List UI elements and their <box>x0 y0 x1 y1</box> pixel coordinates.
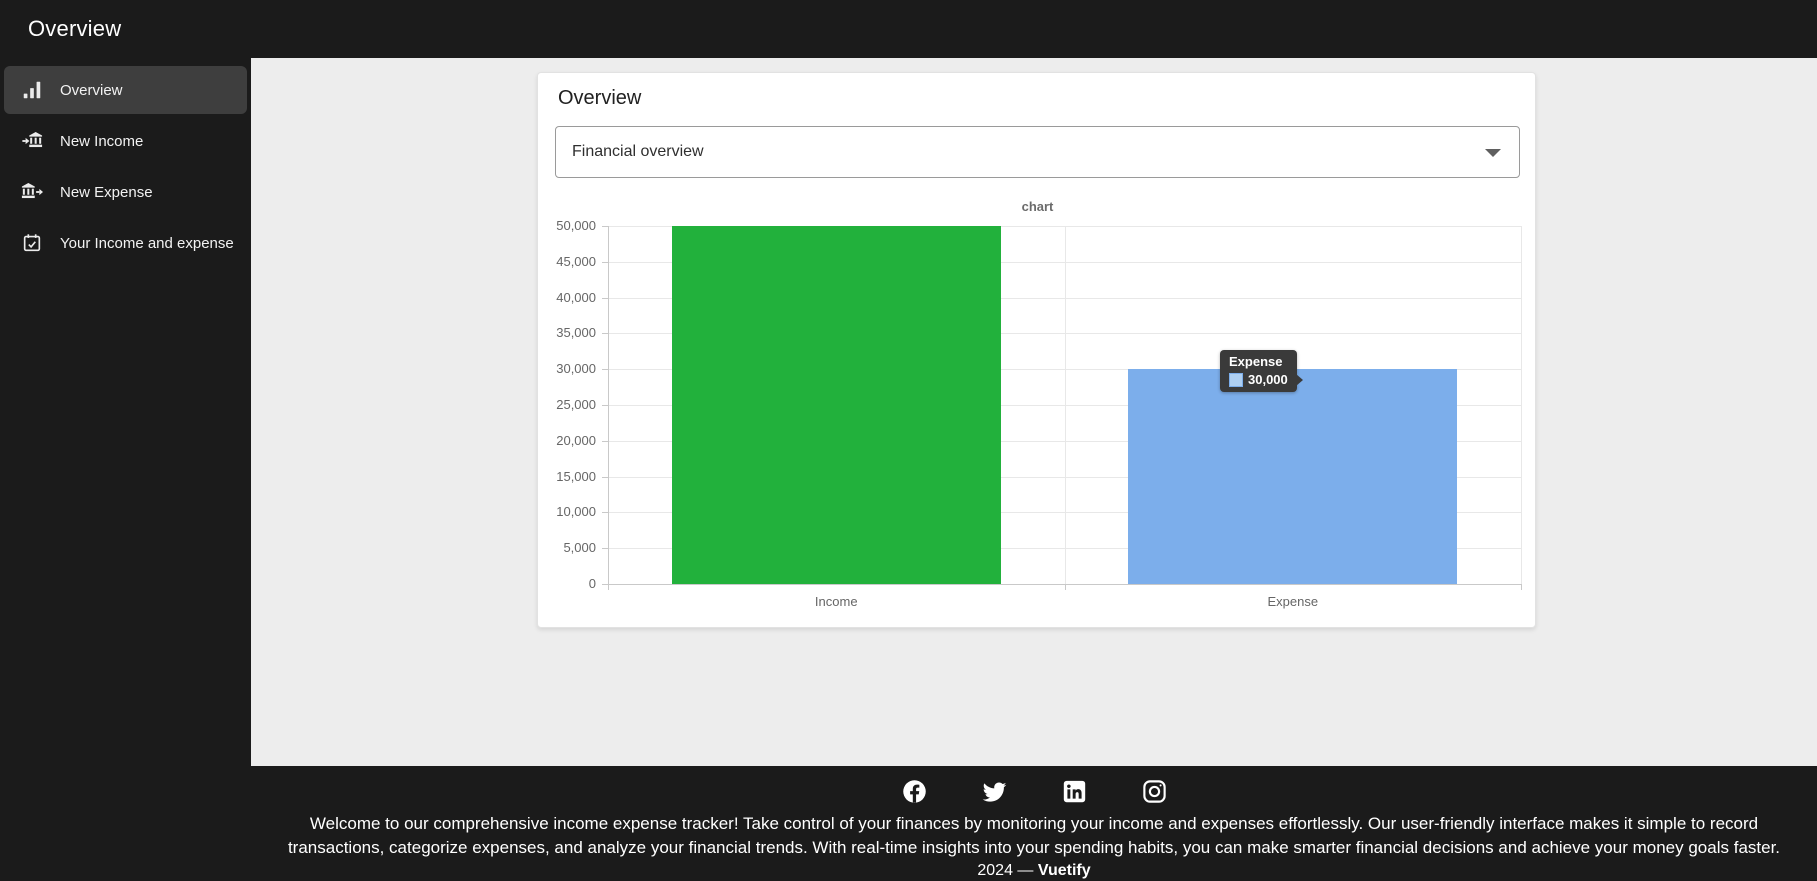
x-axis-label: Expense <box>1065 594 1522 609</box>
sidebar-item-new-expense[interactable]: New Expense <box>4 168 247 216</box>
sidebar-item-new-income[interactable]: New Income <box>4 117 247 165</box>
sidebar-item-label: New Income <box>60 133 143 150</box>
tooltip-swatch <box>1229 373 1243 387</box>
bar-expense[interactable] <box>1128 369 1457 584</box>
y-axis-label: 30,000 <box>538 361 596 376</box>
tooltip-series-label: Expense <box>1229 354 1288 370</box>
page-title: Overview <box>28 16 121 42</box>
facebook-icon[interactable] <box>901 778 928 805</box>
y-axis-label: 50,000 <box>538 218 596 233</box>
overview-card: Overview Financial overview chart 05,000… <box>537 72 1536 628</box>
brand-name: Vuetify <box>1038 862 1091 879</box>
footer: Welcome to our comprehensive income expe… <box>0 766 1817 881</box>
bank-transfer-in-icon <box>21 130 43 152</box>
tooltip-value: 30,000 <box>1248 372 1288 387</box>
app-bar: Overview <box>0 0 1817 58</box>
linkedin-icon[interactable] <box>1061 778 1088 805</box>
y-axis-label: 40,000 <box>538 290 596 305</box>
y-axis-label: 25,000 <box>538 397 596 412</box>
y-axis-label: 10,000 <box>538 504 596 519</box>
sidebar-item-label: Overview <box>60 82 123 99</box>
calendar-check-icon <box>21 232 43 254</box>
y-axis-label: 0 <box>538 576 596 591</box>
x-tick-mark <box>1065 584 1066 590</box>
sidebar-item-label: New Expense <box>60 184 153 201</box>
bar-chart: chart 0 5,000 10,000 15,000 20,000 25,000 30,0… <box>538 73 1537 629</box>
bank-transfer-out-icon <box>21 181 43 203</box>
sidebar-item-overview[interactable]: Overview <box>4 66 247 114</box>
chart-title: chart <box>538 199 1537 214</box>
copyright-year: 2024 — <box>977 862 1033 879</box>
sidebar-item-your-income-and-expense[interactable]: Your Income and expense <box>4 219 247 267</box>
plot-right-gridline <box>1521 226 1522 584</box>
bar-income[interactable] <box>672 226 1001 584</box>
main-content: Overview Financial overview chart 05,000… <box>251 58 1817 766</box>
footer-description: Welcome to our comprehensive income expe… <box>254 812 1814 860</box>
x-tick-mark <box>1521 584 1522 590</box>
y-axis-label: 45,000 <box>538 254 596 269</box>
footer-copyright: 2024 — Vuetify <box>977 862 1090 880</box>
y-axis-label: 20,000 <box>538 433 596 448</box>
y-axis-label: 35,000 <box>538 325 596 340</box>
chart-tooltip: Expense 30,000 <box>1220 350 1297 392</box>
tooltip-caret <box>1296 374 1303 386</box>
sidebar-item-label: Your Income and expense <box>60 235 234 252</box>
twitter-icon[interactable] <box>981 778 1008 805</box>
y-axis-line <box>608 226 609 584</box>
social-links <box>901 778 1168 805</box>
y-axis-label: 5,000 <box>538 540 596 555</box>
sidebar: Overview New Income <box>0 58 251 766</box>
app-root: Overview Overview <box>0 0 1817 881</box>
poll-icon <box>21 79 43 101</box>
x-axis-label: Income <box>608 594 1065 609</box>
category-boundary-gridline <box>1065 226 1066 584</box>
y-axis-label: 15,000 <box>538 469 596 484</box>
instagram-icon[interactable] <box>1141 778 1168 805</box>
x-tick-mark <box>608 584 609 590</box>
